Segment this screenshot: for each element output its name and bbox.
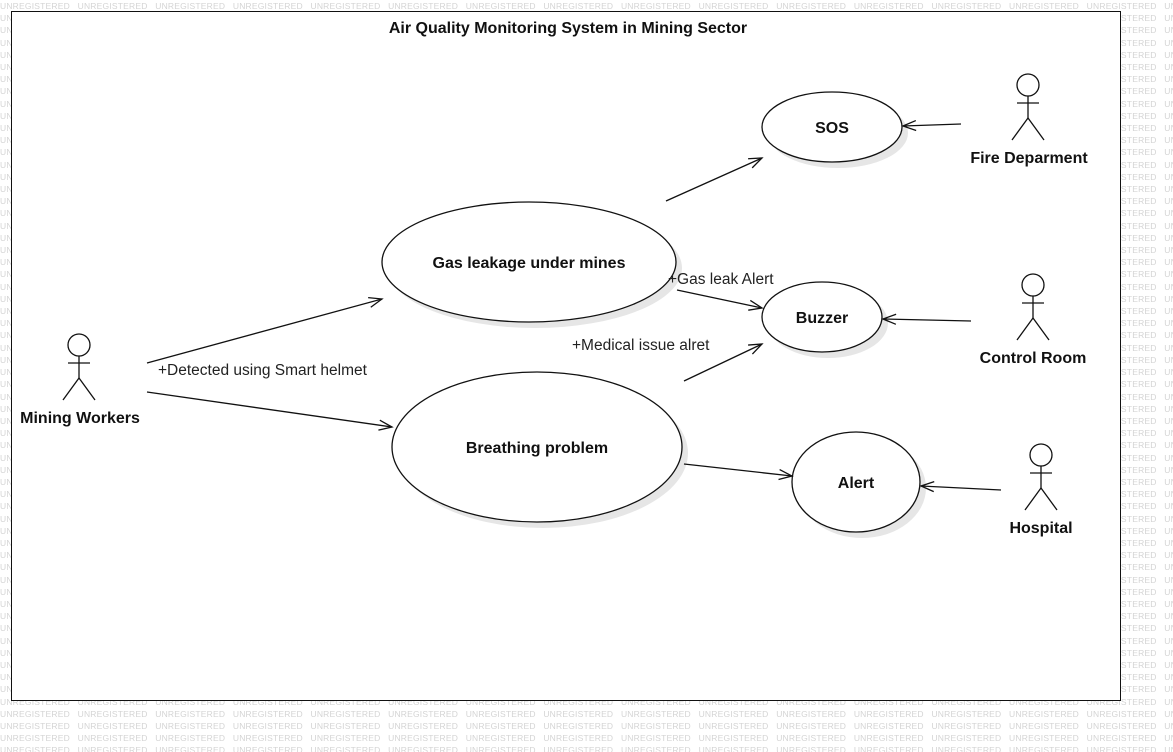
association-workers-gas-leakage[interactable] <box>146 296 384 364</box>
association-hospital-alert[interactable] <box>919 481 1002 493</box>
use-case-label: SOS <box>815 120 849 137</box>
use-case-breathing-problem[interactable]: Breathing problem <box>391 371 688 528</box>
association-label-smart-helmet: +Detected using Smart helmet <box>158 362 368 379</box>
use-case-gas-leakage[interactable]: Gas leakage under mines <box>381 201 682 328</box>
use-case-sos[interactable]: SOS <box>761 91 908 168</box>
association-label-medical-issue: +Medical issue alret <box>572 337 710 354</box>
use-case-buzzer[interactable]: Buzzer <box>761 281 888 358</box>
association-gas-leakage-buzzer[interactable] <box>676 289 764 311</box>
use-case-label: Buzzer <box>796 310 848 327</box>
actor-fire-department[interactable]: Fire Deparment <box>970 73 1088 167</box>
use-case-label: Alert <box>838 475 875 492</box>
use-case-alert[interactable]: Alert <box>791 431 926 538</box>
association-control-buzzer[interactable] <box>881 313 972 325</box>
association-fire-sos[interactable] <box>901 119 962 132</box>
use-case-label: Gas leakage under mines <box>433 255 626 272</box>
actor-label: Mining Workers <box>20 410 140 427</box>
actor-control-room[interactable]: Control Room <box>980 273 1087 367</box>
actor-hospital[interactable]: Hospital <box>1009 443 1073 537</box>
diagram-title: Air Quality Monitoring System in Mining … <box>389 20 747 37</box>
stick-figure-icon <box>1024 443 1058 511</box>
association-gas-leakage-sos[interactable] <box>665 157 764 202</box>
association-breathing-alert[interactable] <box>683 463 794 481</box>
association-label-gas-leak-alert: +Gas leak Alert <box>668 271 774 288</box>
actor-label: Hospital <box>1009 520 1072 537</box>
use-case-label: Breathing problem <box>466 440 608 457</box>
actor-mining-workers[interactable]: Mining Workers <box>20 333 140 427</box>
actor-label: Fire Deparment <box>970 150 1088 167</box>
actor-label: Control Room <box>980 350 1087 367</box>
association-workers-breathing[interactable] <box>146 391 394 431</box>
stick-figure-icon <box>1011 73 1045 141</box>
use-case-diagram: Air Quality Monitoring System in Mining … <box>20 20 1088 538</box>
stick-figure-icon <box>1016 273 1050 341</box>
stick-figure-icon <box>62 333 96 401</box>
